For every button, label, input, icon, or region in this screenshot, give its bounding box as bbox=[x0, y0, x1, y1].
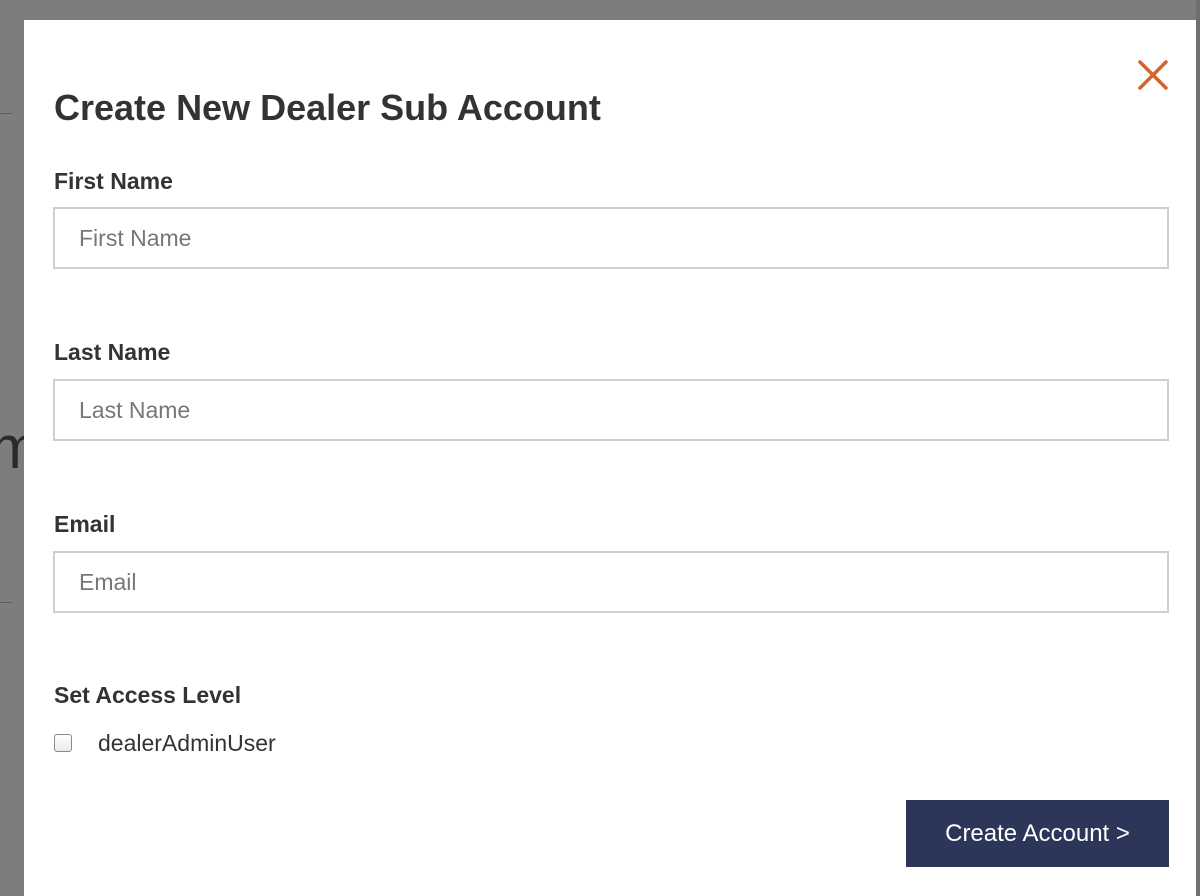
first-name-label: First Name bbox=[54, 168, 173, 194]
dealer-admin-user-label[interactable]: dealerAdminUser bbox=[98, 730, 276, 757]
create-account-button[interactable]: Create Account > bbox=[906, 800, 1169, 867]
modal-title: Create New Dealer Sub Account bbox=[54, 87, 601, 128]
email-label: Email bbox=[54, 511, 116, 537]
dealer-admin-user-checkbox[interactable] bbox=[54, 734, 72, 752]
last-name-input[interactable] bbox=[53, 379, 1169, 441]
close-button[interactable] bbox=[1136, 58, 1170, 92]
email-input[interactable] bbox=[53, 551, 1169, 613]
create-sub-account-modal: Create New Dealer Sub Account First Name… bbox=[24, 20, 1196, 896]
close-icon bbox=[1138, 60, 1168, 90]
background-divider bbox=[0, 602, 12, 603]
access-level-label: Set Access Level bbox=[54, 682, 242, 708]
first-name-input[interactable] bbox=[53, 207, 1169, 269]
last-name-label: Last Name bbox=[54, 339, 171, 365]
background-edge bbox=[1196, 0, 1200, 896]
background-divider bbox=[0, 113, 12, 114]
access-option-row: dealerAdminUser bbox=[54, 726, 276, 760]
